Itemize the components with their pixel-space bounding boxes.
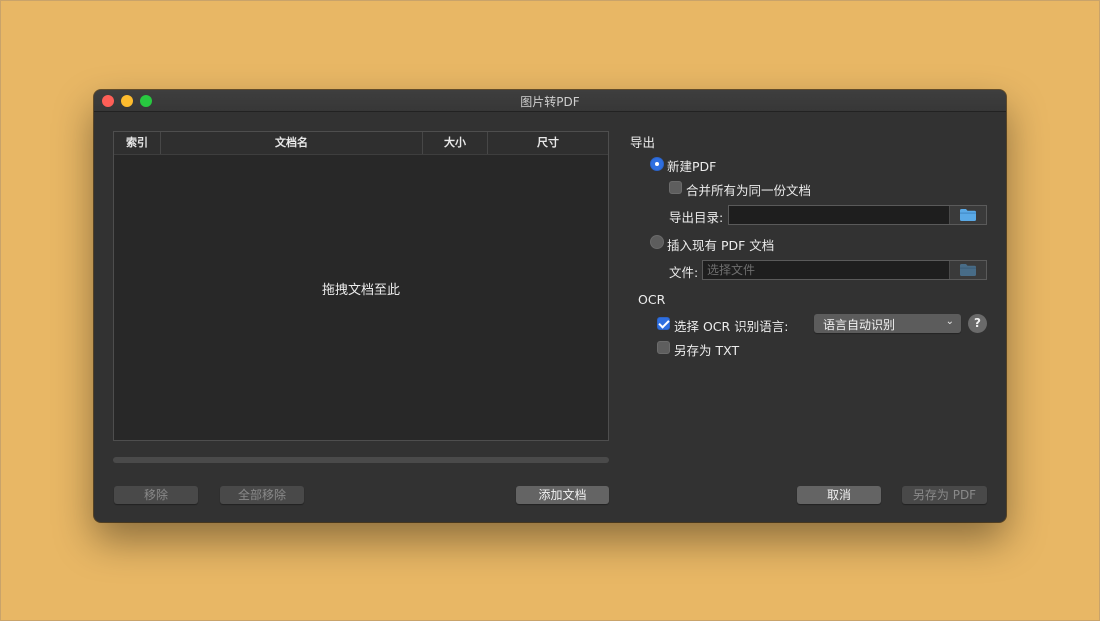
output-directory-label: 导出目录: bbox=[669, 210, 724, 225]
new-pdf-radio[interactable] bbox=[650, 157, 664, 171]
ocr-language-value: 语言自动识别 bbox=[823, 318, 896, 332]
merge-documents-label[interactable]: 合并所有为同一份文档 bbox=[686, 180, 811, 199]
output-directory-input[interactable] bbox=[729, 206, 957, 224]
save-as-pdf-button[interactable]: 另存为 PDF bbox=[902, 486, 987, 504]
title-bar: 图片转PDF bbox=[94, 90, 1006, 112]
column-size[interactable]: 大小 bbox=[422, 132, 487, 154]
drop-hint: 拖拽文档至此 bbox=[321, 283, 400, 298]
ocr-language-label[interactable]: 选择 OCR 识别语言: bbox=[674, 316, 788, 335]
export-section-title: 导出 bbox=[630, 135, 656, 150]
progress-bar bbox=[113, 457, 609, 463]
help-icon[interactable]: ? bbox=[968, 314, 987, 333]
file-field bbox=[702, 260, 987, 280]
save-as-txt-label[interactable]: 另存为 TXT bbox=[674, 340, 739, 359]
folder-icon bbox=[960, 209, 976, 221]
output-directory-browse-button[interactable] bbox=[949, 206, 986, 224]
window-title: 图片转PDF bbox=[520, 95, 580, 109]
folder-icon bbox=[960, 264, 976, 276]
insert-existing-pdf-radio[interactable] bbox=[650, 235, 664, 249]
remove-button[interactable]: 移除 bbox=[114, 486, 198, 504]
save-as-txt-checkbox[interactable] bbox=[657, 341, 670, 354]
column-name[interactable]: 文档名 bbox=[160, 132, 422, 154]
column-index[interactable]: 索引 bbox=[114, 132, 160, 154]
remove-all-button[interactable]: 全部移除 bbox=[220, 486, 304, 504]
file-label: 文件: bbox=[669, 265, 699, 280]
ocr-section-title: OCR bbox=[638, 292, 666, 307]
column-dimensions[interactable]: 尺寸 bbox=[487, 132, 608, 154]
ocr-language-checkbox[interactable] bbox=[657, 317, 670, 330]
app-window: 图片转PDF 索引 文档名 大小 尺寸 拖拽文档至此 移除 全部移除 添加文档 … bbox=[94, 90, 1006, 522]
table-header: 索引 文档名 大小 尺寸 bbox=[114, 132, 608, 155]
file-input[interactable] bbox=[703, 261, 931, 279]
insert-existing-pdf-label[interactable]: 插入现有 PDF 文档 bbox=[667, 235, 774, 254]
chevron-down-icon: ⌄ bbox=[945, 316, 954, 327]
merge-documents-checkbox[interactable] bbox=[669, 181, 682, 194]
add-document-button[interactable]: 添加文档 bbox=[516, 486, 609, 504]
new-pdf-label[interactable]: 新建PDF bbox=[667, 156, 716, 175]
file-browse-button[interactable] bbox=[949, 261, 986, 279]
output-directory-field bbox=[728, 205, 987, 225]
file-list-table[interactable]: 索引 文档名 大小 尺寸 拖拽文档至此 bbox=[113, 131, 609, 441]
ocr-language-select[interactable]: 语言自动识别 ⌄ bbox=[814, 314, 961, 333]
cancel-button[interactable]: 取消 bbox=[797, 486, 881, 504]
